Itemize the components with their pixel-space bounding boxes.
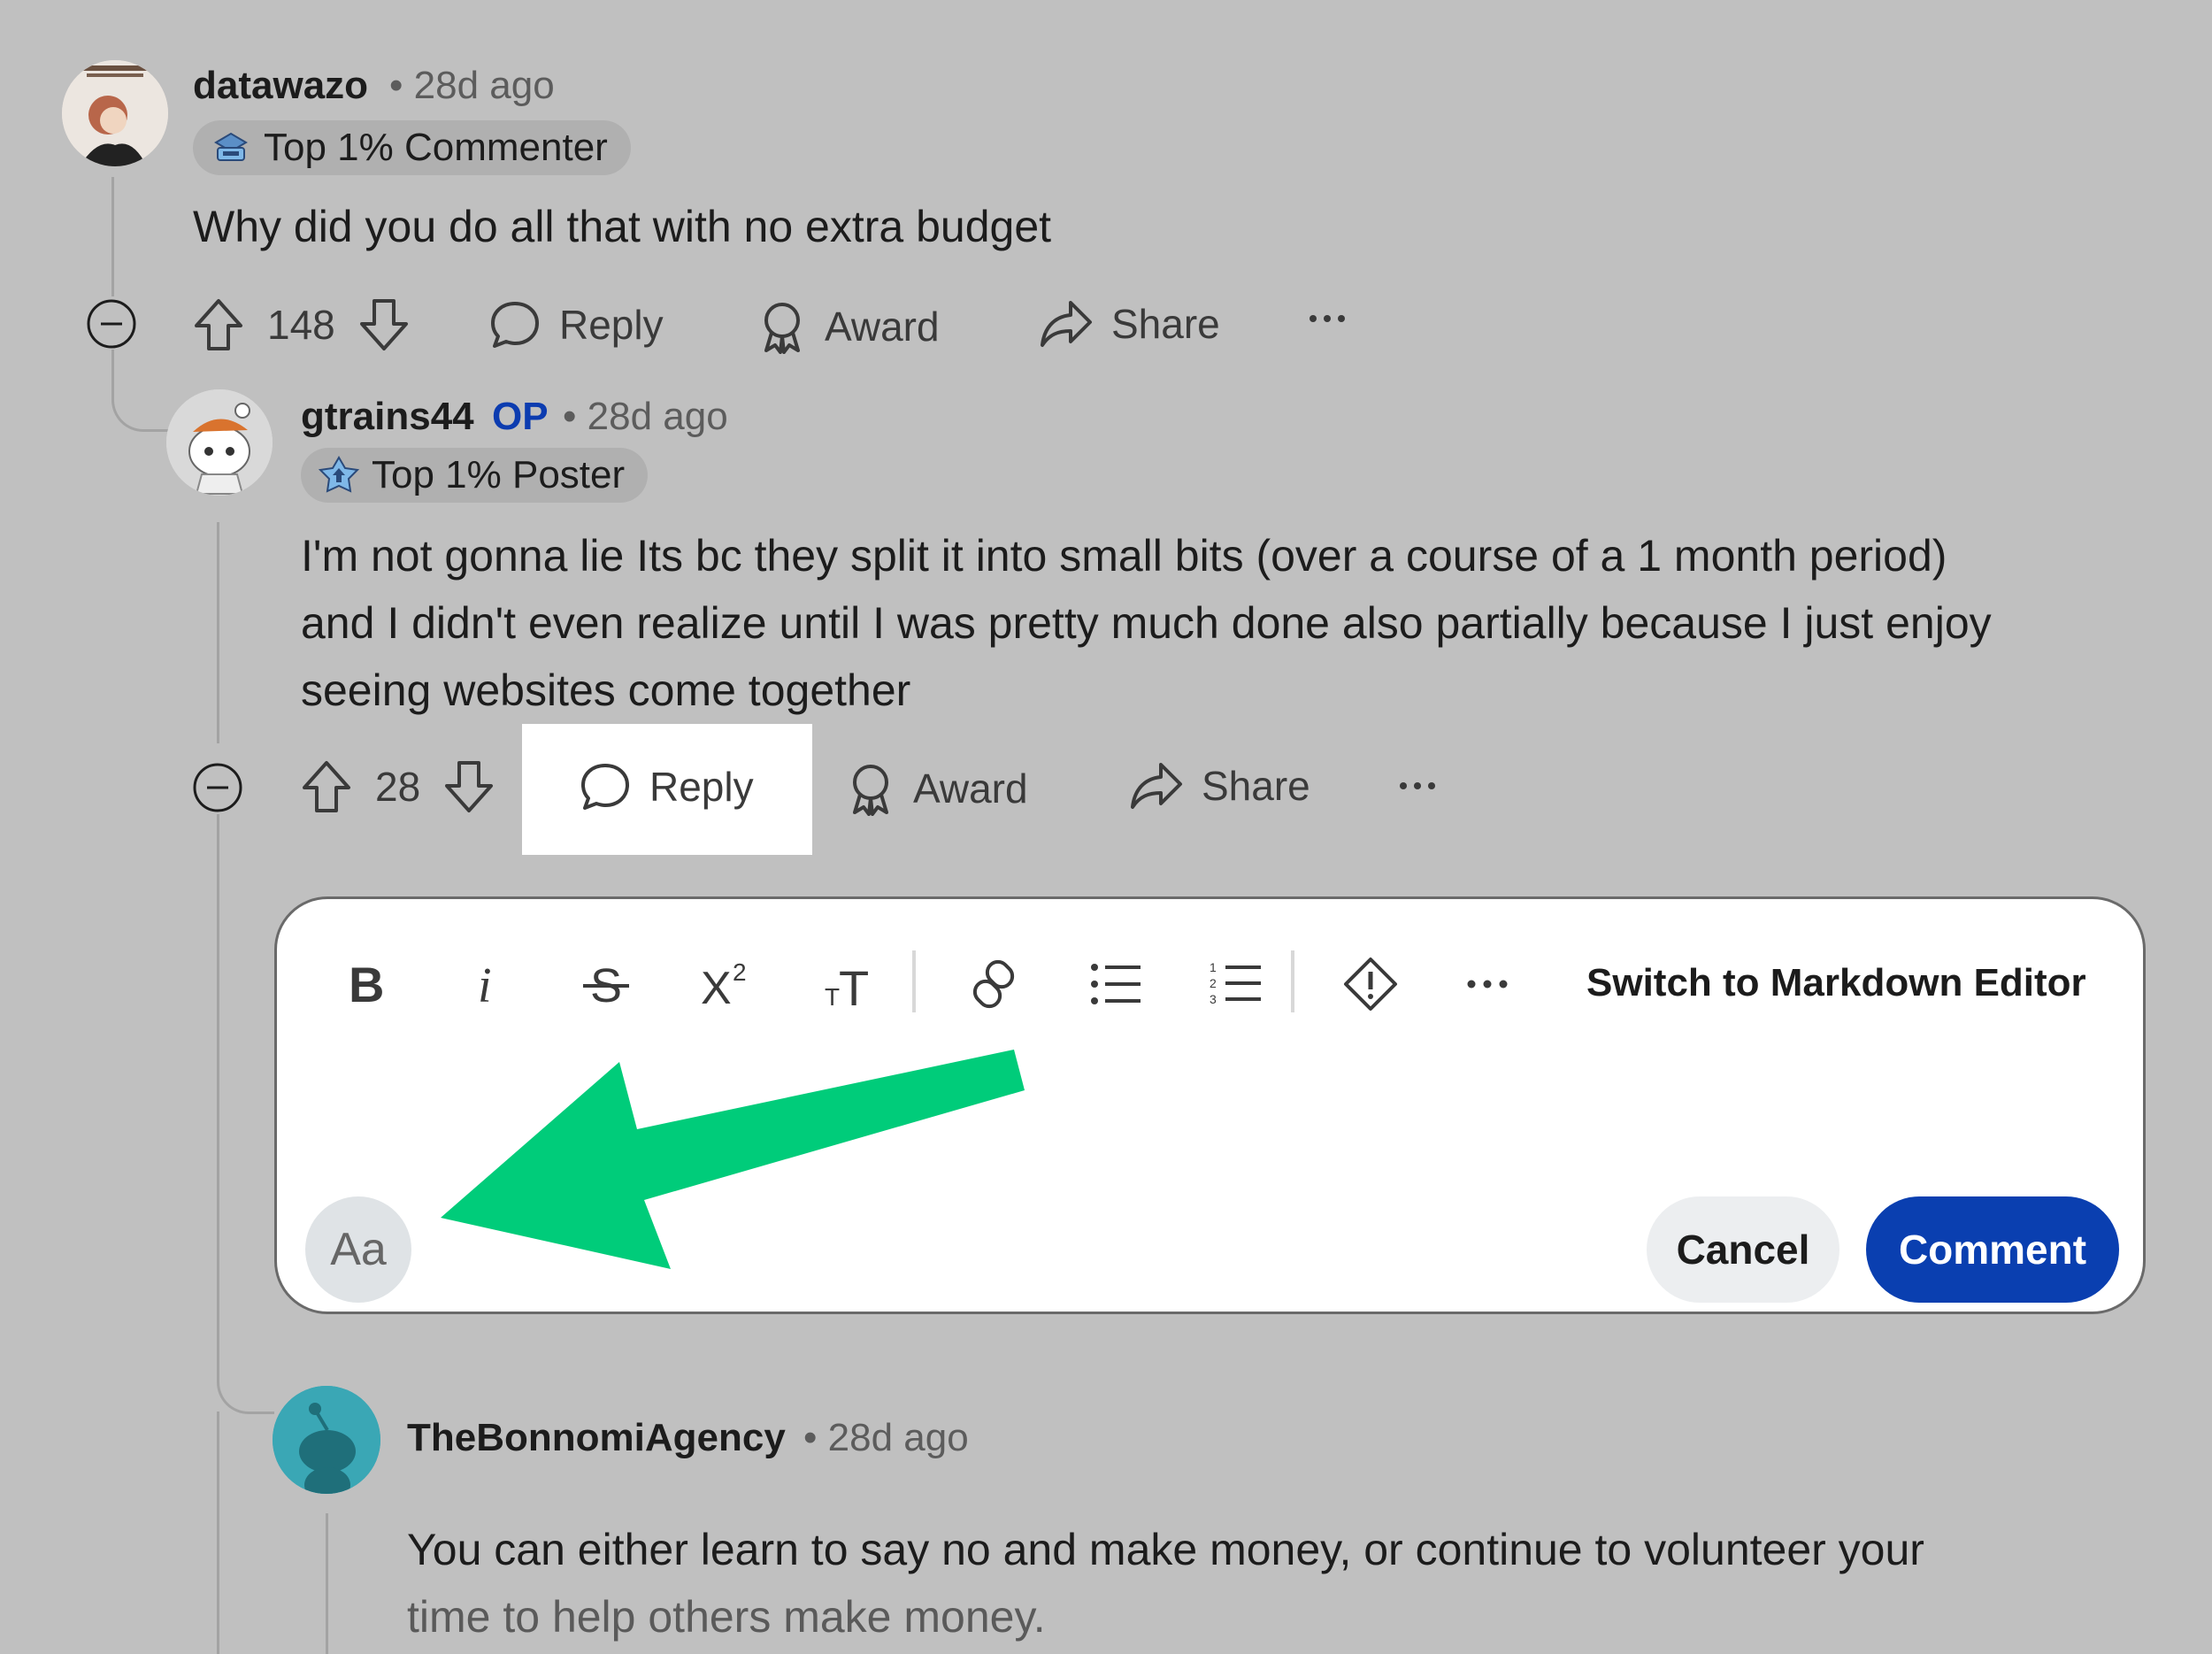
share-label: Share bbox=[1111, 301, 1220, 347]
share-icon bbox=[1039, 299, 1094, 349]
badge-label: Top 1% Poster bbox=[372, 453, 626, 496]
upvote-icon[interactable] bbox=[193, 297, 244, 352]
username[interactable]: datawazo bbox=[193, 64, 368, 108]
thread-curve-2 bbox=[217, 1327, 274, 1414]
timestamp: 28d ago bbox=[587, 395, 728, 438]
badge-icon bbox=[319, 456, 359, 495]
share-label: Share bbox=[1202, 763, 1310, 809]
award-button[interactable]: Award bbox=[846, 761, 1028, 816]
more-options-icon[interactable] bbox=[1450, 949, 1525, 1019]
meta-separator: • bbox=[389, 64, 414, 107]
comment-body-line: I'm not gonna lie Its bc they split it i… bbox=[301, 531, 1947, 581]
thread-curve-1 bbox=[111, 350, 169, 432]
heading-icon[interactable]: TT bbox=[808, 949, 887, 1019]
svg-text:i: i bbox=[478, 959, 492, 1009]
share-button[interactable]: Share bbox=[1039, 299, 1220, 349]
comment-body-line: and I didn't even realize until I was pr… bbox=[301, 598, 1992, 648]
username[interactable]: gtrains44 bbox=[301, 395, 474, 439]
op-label: OP bbox=[492, 395, 549, 438]
comment-body-line: seeing websites come together bbox=[301, 665, 911, 715]
reply-button[interactable]: Reply bbox=[488, 299, 664, 350]
thread-line-5 bbox=[326, 1513, 328, 1654]
bold-icon[interactable]: B bbox=[330, 949, 401, 1019]
thread-line-1 bbox=[111, 177, 114, 296]
share-icon bbox=[1129, 761, 1184, 811]
vote-group: 28 bbox=[301, 759, 495, 814]
comment-body-line: time to help others make money. bbox=[407, 1592, 1046, 1642]
award-icon bbox=[757, 299, 807, 354]
svg-text:2: 2 bbox=[1210, 976, 1217, 990]
comment-body: I'm not gonna lie Its bc they split it i… bbox=[301, 522, 2159, 724]
username[interactable]: TheBonnomiAgency bbox=[407, 1416, 786, 1460]
badge-label: Top 1% Commenter bbox=[264, 126, 608, 169]
annotation-arrow bbox=[441, 1050, 1025, 1269]
vote-group: 148 bbox=[193, 297, 410, 352]
award-label: Award bbox=[913, 765, 1028, 812]
collapse-icon[interactable] bbox=[193, 763, 242, 812]
share-button[interactable]: Share bbox=[1129, 761, 1310, 811]
switch-markdown-button[interactable]: Switch to Markdown Editor bbox=[1586, 961, 2086, 1005]
comment-age: • 28d ago bbox=[389, 64, 555, 108]
reply-button[interactable]: Reply bbox=[579, 761, 754, 812]
toolbar-divider bbox=[1291, 950, 1294, 1012]
svg-text:B: B bbox=[349, 959, 384, 1009]
svg-text:1: 1 bbox=[1210, 960, 1217, 974]
timestamp: 28d ago bbox=[413, 64, 555, 107]
italic-icon[interactable]: i bbox=[450, 949, 521, 1019]
comment-body-line: You can either learn to say no and make … bbox=[407, 1525, 1924, 1574]
bulleted-list-icon[interactable] bbox=[1073, 949, 1158, 1019]
meta-separator: • bbox=[803, 1416, 828, 1459]
comment-age: • 28d ago bbox=[803, 1416, 969, 1460]
downvote-icon[interactable] bbox=[358, 297, 410, 352]
comment-body: Why did you do all that with no extra bu… bbox=[193, 202, 1052, 251]
timestamp: 28d ago bbox=[827, 1416, 969, 1459]
meta-separator: • bbox=[563, 395, 588, 438]
thread-line-2 bbox=[217, 522, 219, 743]
svg-text:2: 2 bbox=[733, 958, 747, 986]
downvote-icon[interactable] bbox=[443, 759, 495, 814]
strikethrough-icon[interactable]: S bbox=[569, 949, 643, 1019]
avatar[interactable] bbox=[62, 60, 168, 166]
spoiler-icon[interactable] bbox=[1328, 949, 1413, 1019]
reply-label: Reply bbox=[649, 764, 754, 810]
comment-body: You can either learn to say no and make … bbox=[407, 1516, 2177, 1650]
thread-line-3 bbox=[217, 814, 219, 1363]
thread-line-4 bbox=[217, 1412, 219, 1654]
avatar[interactable] bbox=[166, 389, 273, 496]
numbered-list-icon[interactable]: 1 2 3 bbox=[1194, 949, 1279, 1019]
reply-label: Reply bbox=[559, 302, 664, 348]
vote-count: 148 bbox=[267, 302, 335, 348]
link-icon[interactable] bbox=[956, 949, 1031, 1019]
comment-submit-button[interactable]: Comment bbox=[1866, 1196, 2119, 1303]
svg-text:X: X bbox=[701, 963, 732, 1011]
avatar[interactable] bbox=[273, 1386, 380, 1494]
vote-count: 28 bbox=[375, 764, 421, 810]
comment-age: • 28d ago bbox=[563, 395, 728, 439]
upvote-icon[interactable] bbox=[301, 759, 352, 814]
svg-text:T: T bbox=[825, 983, 840, 1011]
award-button[interactable]: Award bbox=[757, 299, 940, 354]
award-icon bbox=[846, 761, 895, 816]
top-poster-badge[interactable]: Top 1% Poster bbox=[301, 448, 649, 503]
svg-text:T: T bbox=[839, 960, 869, 1011]
collapse-icon[interactable] bbox=[87, 299, 136, 349]
superscript-icon[interactable]: X2 bbox=[687, 949, 767, 1019]
top-commenter-badge[interactable]: Top 1% Commenter bbox=[193, 120, 631, 175]
reply-bubble-icon bbox=[488, 299, 541, 350]
badge-icon bbox=[211, 130, 251, 165]
award-label: Award bbox=[825, 304, 940, 350]
svg-text:3: 3 bbox=[1210, 992, 1217, 1006]
toolbar-divider bbox=[912, 950, 916, 1012]
ellipsis-icon[interactable] bbox=[1308, 310, 1347, 332]
reply-bubble-icon bbox=[579, 761, 632, 812]
cancel-button[interactable]: Cancel bbox=[1647, 1196, 1839, 1303]
ellipsis-icon[interactable] bbox=[1398, 777, 1437, 799]
formatting-toggle-button[interactable]: Aa bbox=[305, 1196, 411, 1303]
